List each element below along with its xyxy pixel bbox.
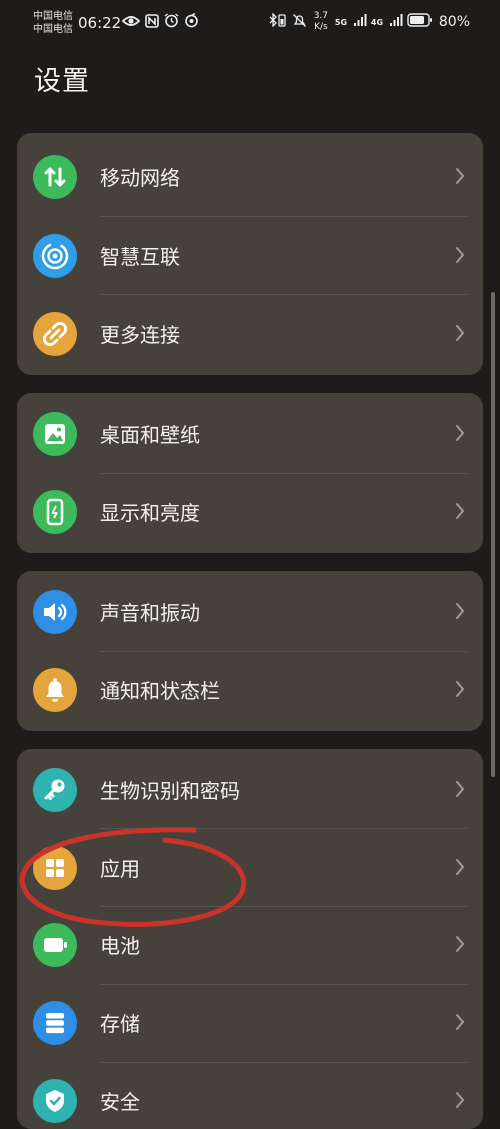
shield-check-icon <box>33 1079 77 1123</box>
chevron-right-icon <box>456 247 465 263</box>
battery-icon <box>33 923 77 967</box>
network-type-1: 5G <box>334 17 348 27</box>
chevron-right-icon <box>456 936 465 952</box>
status-icons-right: 3.7 K/s 5G 4G 80% <box>268 11 470 33</box>
storage-icon <box>33 1001 77 1045</box>
battery-icon <box>407 13 433 31</box>
settings-item-mobile-network[interactable]: 移动网络 <box>17 138 483 216</box>
bell-icon <box>33 668 77 712</box>
nfc-icon <box>145 13 159 32</box>
alarm-icon <box>164 13 179 32</box>
settings-item-label: 存储 <box>100 1012 140 1036</box>
eye-icon <box>121 13 141 32</box>
speed-value: 3.7 <box>313 11 329 21</box>
chevron-right-icon <box>456 325 465 341</box>
settings-item-label: 智慧互联 <box>100 245 180 269</box>
settings-item-desktop-wallpaper[interactable]: 桌面和壁纸 <box>17 395 483 473</box>
settings-item-notifications-statusbar[interactable]: 通知和状态栏 <box>17 651 483 729</box>
scrollbar-thumb[interactable] <box>491 292 495 777</box>
settings-group-system: 生物识别和密码 应用 电池 存储 安全 <box>17 749 483 1129</box>
display-icon <box>33 490 77 534</box>
smart-connect-icon <box>33 234 77 278</box>
network-type-2: 4G <box>370 17 384 27</box>
apps-grid-icon <box>33 846 77 890</box>
link-icon <box>33 312 77 356</box>
mobile-data-icon <box>33 155 77 199</box>
battery-percentage: 80% <box>438 14 470 30</box>
settings-item-smart-connect[interactable]: 智慧互联 <box>17 217 483 295</box>
chevron-right-icon <box>456 503 465 519</box>
settings-item-label: 桌面和壁纸 <box>100 423 200 447</box>
status-icons-left <box>121 12 199 32</box>
settings-item-label: 移动网络 <box>100 166 180 190</box>
page-title: 设置 <box>34 66 90 97</box>
mute-icon <box>292 13 307 32</box>
chevron-right-icon <box>456 168 465 184</box>
settings-item-storage[interactable]: 存储 <box>17 984 483 1062</box>
settings-item-label: 通知和状态栏 <box>100 679 220 703</box>
chevron-right-icon <box>456 603 465 619</box>
chevron-right-icon <box>456 859 465 875</box>
chevron-right-icon <box>456 681 465 697</box>
settings-group-display: 桌面和壁纸 显示和亮度 <box>17 393 483 553</box>
settings-item-security[interactable]: 安全 <box>17 1062 483 1129</box>
chevron-right-icon <box>456 425 465 441</box>
settings-item-more-connections[interactable]: 更多连接 <box>17 295 483 373</box>
carrier-1: 中国电信 <box>33 11 73 22</box>
settings-group-connectivity: 移动网络 智慧互联 更多连接 <box>17 133 483 375</box>
chevron-right-icon <box>456 1092 465 1108</box>
sound-icon <box>33 590 77 634</box>
settings-item-label: 生物识别和密码 <box>100 779 240 803</box>
signal-icon <box>353 13 367 31</box>
settings-item-battery[interactable]: 电池 <box>17 906 483 984</box>
chevron-right-icon <box>456 781 465 797</box>
settings-item-display-brightness[interactable]: 显示和亮度 <box>17 473 483 551</box>
speed-unit: K/s <box>314 22 328 32</box>
wallpaper-icon <box>33 412 77 456</box>
key-icon <box>33 768 77 812</box>
settings-item-apps[interactable]: 应用 <box>17 829 483 907</box>
settings-item-label: 应用 <box>100 857 140 881</box>
settings-item-label: 电池 <box>100 934 140 958</box>
network-speed: 3.7 K/s <box>311 11 331 33</box>
settings-item-label: 更多连接 <box>100 323 180 347</box>
signal-icon <box>389 13 403 31</box>
settings-item-label: 显示和亮度 <box>100 501 200 525</box>
clock: 06:22 <box>78 14 122 32</box>
settings-group-sound-notifications: 声音和振动 通知和状态栏 <box>17 571 483 731</box>
carrier-names: 中国电信 中国电信 <box>33 10 73 36</box>
status-bar: 中国电信 中国电信 06:22 3.7 K/s 5G 4G 80% <box>0 0 500 48</box>
chevron-right-icon <box>456 1014 465 1030</box>
bluetooth-battery-icon <box>268 12 288 31</box>
app-notification-icon <box>184 12 199 32</box>
settings-item-biometrics-password[interactable]: 生物识别和密码 <box>17 751 483 829</box>
carrier-2: 中国电信 <box>33 24 73 35</box>
settings-item-label: 声音和振动 <box>100 601 200 625</box>
settings-item-sound-vibration[interactable]: 声音和振动 <box>17 573 483 651</box>
